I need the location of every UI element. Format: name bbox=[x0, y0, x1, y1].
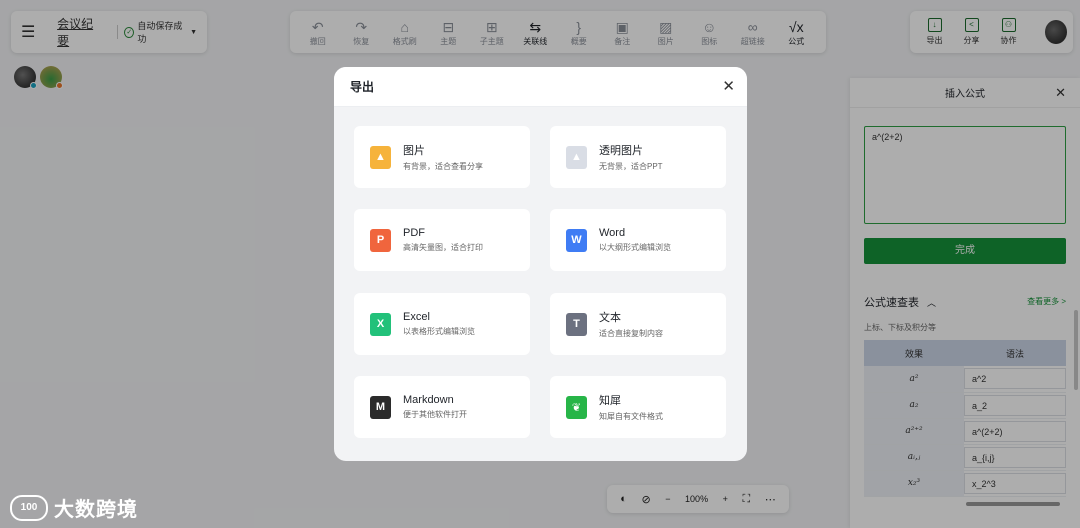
export-option-text: 透明图片 无背景，适合PPT bbox=[599, 142, 663, 172]
zhixi-file-icon: ❦ bbox=[566, 395, 587, 419]
export-option-text[interactable]: T 文本 适合直接复制内容 bbox=[550, 293, 726, 355]
transparent-image-file-icon: ▲ bbox=[566, 145, 587, 169]
export-option-title: Excel bbox=[403, 311, 430, 323]
export-option-text: 图片 有背景，适合查看分享 bbox=[403, 142, 483, 172]
watermark-logo: 100 bbox=[10, 494, 48, 521]
image-file-icon: ▲ bbox=[370, 145, 391, 169]
export-option-markdown[interactable]: M Markdown 便于其他软件打开 bbox=[354, 376, 530, 438]
watermark-text: 大数跨境 bbox=[54, 499, 138, 521]
export-option-text: 文本 适合直接复制内容 bbox=[599, 309, 663, 339]
export-option-desc: 以表格形式编辑浏览 bbox=[403, 327, 475, 336]
export-option-pdf[interactable]: P PDF 高清矢量图，适合打印 bbox=[354, 209, 530, 271]
export-option-zhixi[interactable]: ❦ 知犀 知犀自有文件格式 bbox=[550, 376, 726, 438]
export-option-transparent-image[interactable]: ▲ 透明图片 无背景，适合PPT bbox=[550, 126, 726, 188]
close-icon[interactable]: ✕ bbox=[722, 77, 735, 95]
export-modal-header: 导出 ✕ bbox=[334, 67, 747, 107]
export-option-text: Excel 以表格形式编辑浏览 bbox=[403, 311, 475, 337]
export-option-text: PDF 高清矢量图，适合打印 bbox=[403, 227, 483, 253]
word-file-icon: W bbox=[566, 228, 587, 252]
export-option-title: 知犀 bbox=[599, 395, 621, 407]
export-option-desc: 知犀自有文件格式 bbox=[599, 412, 663, 421]
export-option-desc: 高清矢量图，适合打印 bbox=[403, 243, 483, 252]
pdf-file-icon: P bbox=[370, 228, 391, 252]
export-option-desc: 以大纲形式编辑浏览 bbox=[599, 243, 671, 252]
export-modal: 导出 ✕ ▲ 图片 有背景，适合查看分享 ▲ 透明图片 无背景，适合PPT P bbox=[334, 67, 747, 461]
export-option-desc: 适合直接复制内容 bbox=[599, 329, 663, 338]
export-option-title: 透明图片 bbox=[599, 145, 643, 157]
export-option-word[interactable]: W Word 以大纲形式编辑浏览 bbox=[550, 209, 726, 271]
export-option-title: 图片 bbox=[403, 145, 425, 157]
export-option-title: PDF bbox=[403, 227, 425, 239]
export-option-text: Word 以大纲形式编辑浏览 bbox=[599, 227, 671, 253]
export-option-image[interactable]: ▲ 图片 有背景，适合查看分享 bbox=[354, 126, 530, 188]
export-option-desc: 便于其他软件打开 bbox=[403, 410, 467, 419]
markdown-file-icon: M bbox=[370, 395, 391, 419]
text-file-icon: T bbox=[566, 312, 587, 336]
export-option-title: Markdown bbox=[403, 394, 454, 406]
export-option-text: 知犀 知犀自有文件格式 bbox=[599, 392, 663, 422]
watermark: 100 大数跨境 bbox=[10, 493, 138, 522]
export-option-desc: 无背景，适合PPT bbox=[599, 162, 663, 171]
export-option-desc: 有背景，适合查看分享 bbox=[403, 162, 483, 171]
export-option-excel[interactable]: X Excel 以表格形式编辑浏览 bbox=[354, 293, 530, 355]
export-option-text: Markdown 便于其他软件打开 bbox=[403, 394, 467, 420]
excel-file-icon: X bbox=[370, 312, 391, 336]
export-modal-title: 导出 bbox=[350, 80, 375, 94]
export-option-title: 文本 bbox=[599, 312, 621, 324]
export-option-title: Word bbox=[599, 227, 626, 239]
